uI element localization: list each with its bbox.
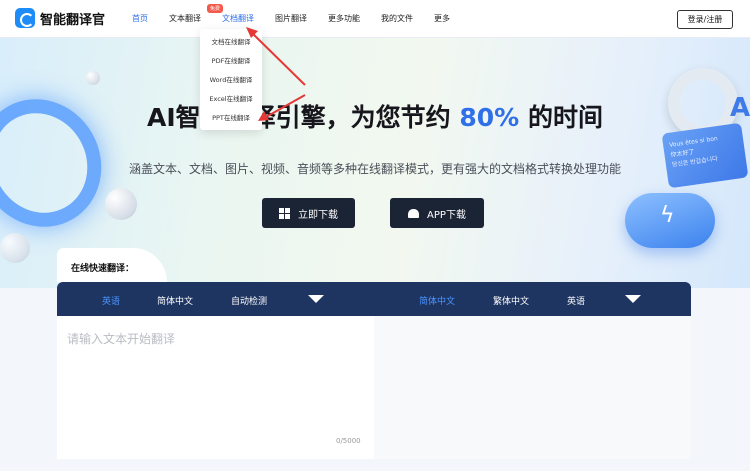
arrow-to-ppt-translate — [265, 94, 306, 118]
target-lang-simplified[interactable]: 简体中文 — [419, 294, 455, 307]
quick-translate-label: 在线快速翻译： — [71, 264, 135, 274]
target-lang-traditional[interactable]: 繁体中文 — [493, 294, 529, 307]
char-counter: 0/5000 — [336, 437, 361, 445]
source-placeholder: 请输入文本开始翻译 — [67, 332, 176, 346]
source-lang-auto[interactable]: 自动检测 — [231, 294, 267, 307]
source-lang-english[interactable]: 英语 — [102, 294, 120, 307]
language-bar: 英语 简体中文 自动检测 简体中文 繁体中文 英语 — [57, 282, 691, 316]
result-text-area — [374, 316, 691, 459]
source-lang-chinese[interactable]: 简体中文 — [157, 294, 193, 307]
target-lang-dropdown-icon[interactable] — [625, 295, 641, 303]
source-lang-dropdown-icon[interactable] — [308, 295, 324, 303]
arrow-to-doc-translate — [251, 32, 306, 86]
target-lang-english[interactable]: 英语 — [567, 294, 585, 307]
